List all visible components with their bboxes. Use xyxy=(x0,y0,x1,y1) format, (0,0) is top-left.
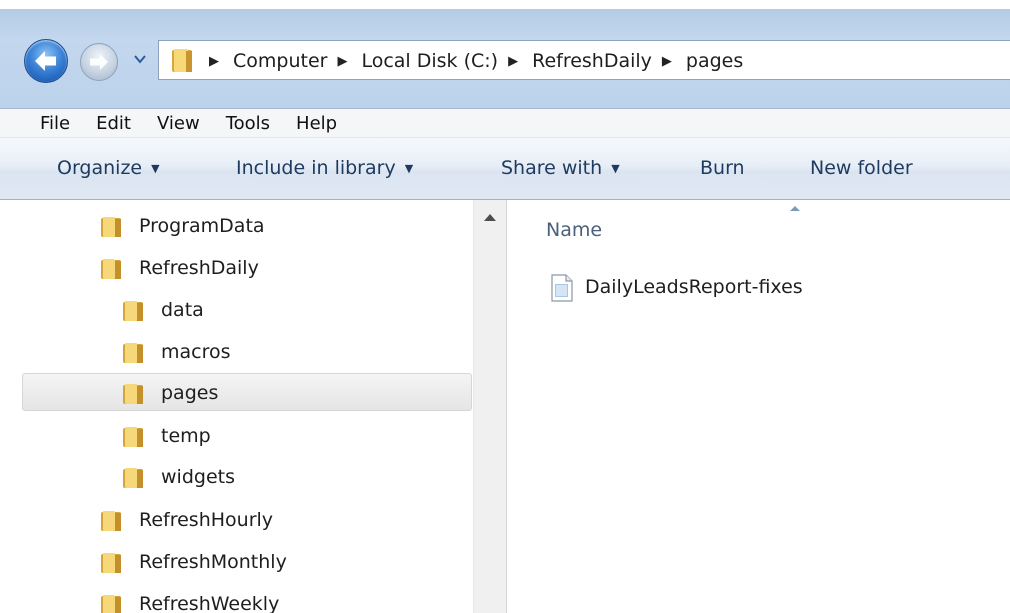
menu-help[interactable]: Help xyxy=(296,113,337,134)
column-header-name[interactable]: Name xyxy=(546,219,602,241)
address-bar-region: ▶ Computer ▶ Local Disk (C:) ▶ RefreshDa… xyxy=(0,0,1010,108)
include-in-library-label: Include in library xyxy=(236,157,396,179)
folder-icon xyxy=(101,217,121,237)
navigation-pane: ProgramData RefreshDaily data macros pag… xyxy=(0,200,473,613)
new-folder-button[interactable]: New folder xyxy=(810,157,913,179)
sort-ascending-icon xyxy=(790,206,800,211)
tree-item-label: pages xyxy=(161,382,219,404)
folder-icon xyxy=(123,427,143,447)
recent-pages-dropdown[interactable] xyxy=(133,52,147,66)
tree-item-refreshmonthly[interactable]: RefreshMonthly xyxy=(0,542,473,582)
tree-item-label: ProgramData xyxy=(139,215,265,237)
address-bar[interactable]: ▶ Computer ▶ Local Disk (C:) ▶ RefreshDa… xyxy=(158,40,1010,80)
breadcrumb-separator-icon[interactable]: ▶ xyxy=(508,54,518,69)
tree-item-label: macros xyxy=(161,341,231,363)
tree-item-label: RefreshDaily xyxy=(139,257,259,279)
breadcrumb-separator-icon[interactable]: ▶ xyxy=(337,54,347,69)
tree-item-refreshdaily[interactable]: RefreshDaily xyxy=(0,248,473,288)
organize-label: Organize xyxy=(57,157,143,179)
forward-button[interactable] xyxy=(80,43,118,81)
folder-icon xyxy=(123,384,143,404)
tree-item-refreshweekly[interactable]: RefreshWeekly xyxy=(0,584,473,613)
menu-file[interactable]: File xyxy=(40,113,70,134)
tree-item-label: RefreshWeekly xyxy=(139,593,280,613)
folder-icon xyxy=(101,511,121,531)
menu-edit[interactable]: Edit xyxy=(96,113,131,134)
tree-item-refreshhourly[interactable]: RefreshHourly xyxy=(0,500,473,540)
breadcrumb-separator-icon[interactable]: ▶ xyxy=(662,54,672,69)
tree-item-label: temp xyxy=(161,425,211,447)
back-arrow-icon xyxy=(35,51,56,71)
navigation-scrollbar[interactable] xyxy=(473,200,507,613)
command-bar: Organize ▼ Include in library ▼ Share with… xyxy=(0,138,1010,200)
folder-icon xyxy=(101,259,121,279)
breadcrumb: ▶ Computer ▶ Local Disk (C:) ▶ RefreshDa… xyxy=(209,41,743,81)
tree-item-widgets[interactable]: widgets xyxy=(0,457,473,497)
menu-bar: File Edit View Tools Help xyxy=(0,108,1010,138)
caret-down-icon: ▼ xyxy=(611,162,620,175)
tree-item-label: RefreshHourly xyxy=(139,509,274,531)
tree-item-macros[interactable]: macros xyxy=(0,332,473,372)
folder-icon xyxy=(101,553,121,573)
list-item[interactable]: DailyLeadsReport-fixes xyxy=(549,274,949,304)
folder-icon xyxy=(123,343,143,363)
share-with-label: Share with xyxy=(501,157,603,179)
breadcrumb-local-disk[interactable]: Local Disk (C:) xyxy=(361,50,498,72)
tree-item-label: RefreshMonthly xyxy=(139,551,287,573)
share-with-button[interactable]: Share with ▼ xyxy=(501,157,620,179)
folder-icon xyxy=(123,301,143,321)
breadcrumb-refreshdaily[interactable]: RefreshDaily xyxy=(532,50,652,72)
tree-item-programdata[interactable]: ProgramData xyxy=(0,206,473,246)
breadcrumb-computer[interactable]: Computer xyxy=(233,50,327,72)
burn-button[interactable]: Burn xyxy=(700,157,745,179)
folder-icon xyxy=(101,595,121,613)
caret-down-icon: ▼ xyxy=(404,162,414,175)
back-button[interactable] xyxy=(24,39,68,83)
menu-view[interactable]: View xyxy=(157,113,200,134)
tree-item-pages[interactable]: pages xyxy=(22,373,472,411)
caret-down-icon: ▼ xyxy=(151,162,160,175)
breadcrumb-separator-icon[interactable]: ▶ xyxy=(209,54,219,69)
folder-icon xyxy=(172,49,192,72)
scroll-up-icon[interactable] xyxy=(484,214,496,221)
tree-item-label: widgets xyxy=(161,466,235,488)
tree-item-label: data xyxy=(161,299,204,321)
organize-button[interactable]: Organize ▼ xyxy=(57,157,160,179)
folder-icon xyxy=(123,468,143,488)
tree-item-temp[interactable]: temp xyxy=(0,416,473,456)
file-list: Name DailyLeadsReport-fixes xyxy=(507,200,1010,613)
forward-arrow-icon xyxy=(90,54,108,70)
include-in-library-button[interactable]: Include in library ▼ xyxy=(236,157,413,179)
breadcrumb-pages[interactable]: pages xyxy=(686,50,743,72)
tree-item-data[interactable]: data xyxy=(0,290,473,330)
chevron-down-icon xyxy=(134,55,146,64)
file-name: DailyLeadsReport-fixes xyxy=(585,276,803,298)
document-icon xyxy=(551,274,573,302)
menu-tools[interactable]: Tools xyxy=(226,113,270,134)
